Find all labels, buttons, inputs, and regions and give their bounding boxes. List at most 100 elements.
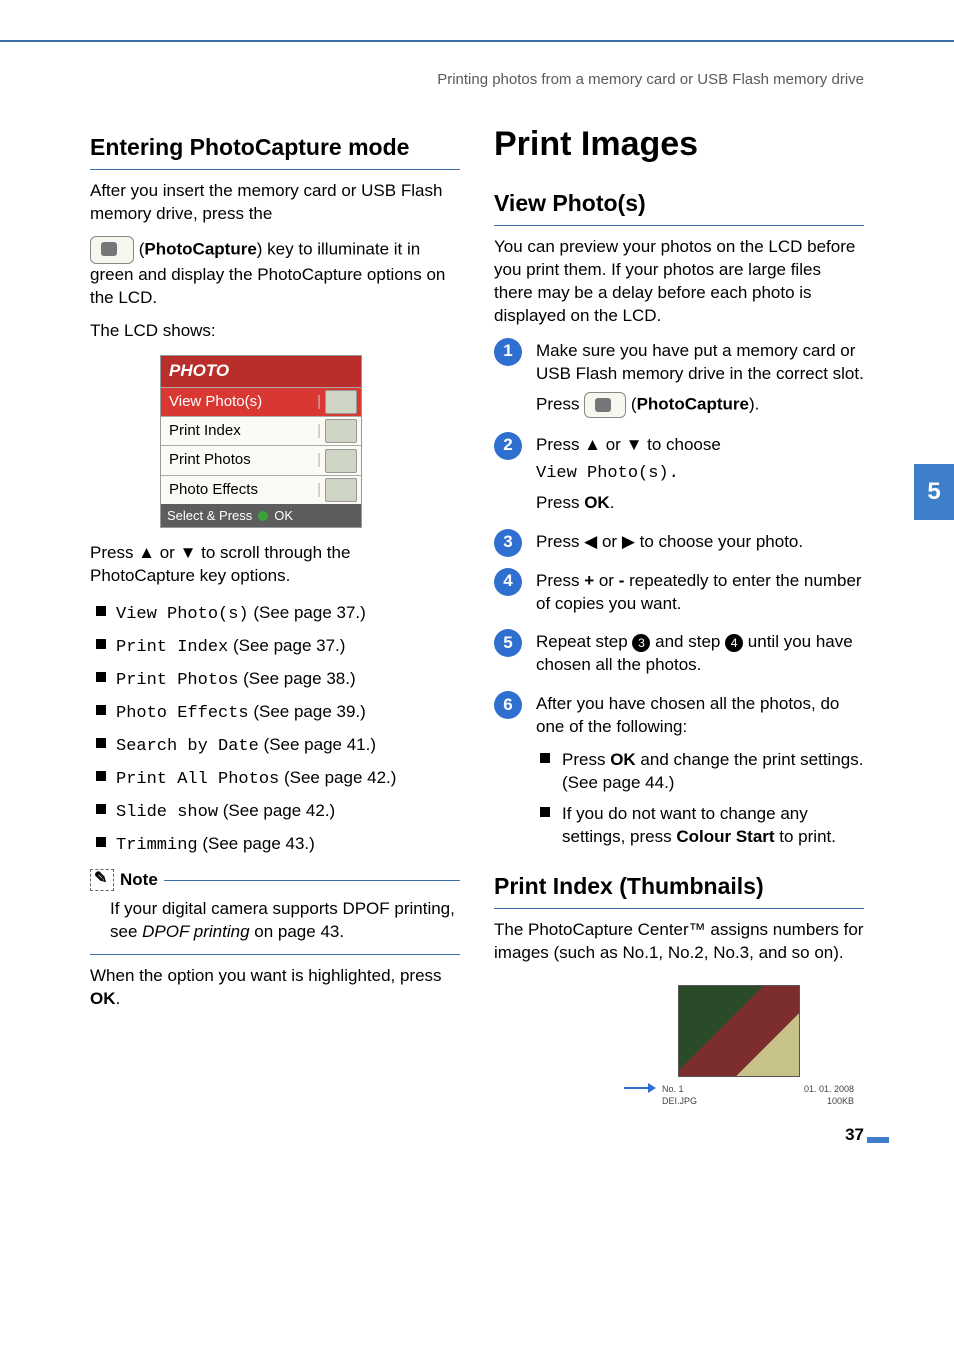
option-ref: (See page 37.) <box>249 603 366 622</box>
lcd-row-label: Print Index <box>161 417 315 445</box>
photocapture-key-icon <box>584 392 626 418</box>
view-photos-intro: You can preview your photos on the LCD b… <box>494 236 864 328</box>
lcd-row-label: Print Photos <box>161 446 315 474</box>
step-2-line-1: Press ▲ or ▼ to choose <box>536 434 864 457</box>
options-list: View Photo(s) (See page 37.) Print Index… <box>90 598 460 862</box>
option-code: Print All Photos <box>116 770 279 789</box>
step-number-badge: 3 <box>494 529 522 557</box>
thumbnail-meta: No. 1 DEI.JPG 01. 01. 2008 100KB <box>624 1083 854 1107</box>
note-body-post: on page 43. <box>250 922 345 941</box>
step-1-line-1: Make sure you have put a memory card or … <box>536 340 864 386</box>
photocapture-key-sentence: (PhotoCapture) key to illuminate it in g… <box>90 236 460 310</box>
note-block: Note If your digital camera supports DPO… <box>90 880 460 955</box>
ok-label: OK <box>610 750 636 769</box>
option-code: Photo Effects <box>116 704 249 723</box>
option-ref: (See page 41.) <box>259 735 376 754</box>
lcd-footer-dot-icon <box>258 511 268 521</box>
page-number-bar <box>867 1137 889 1143</box>
lcd-row-sep: | <box>315 480 323 500</box>
thumbnail-size: 100KB <box>804 1095 854 1107</box>
step-2-post: . <box>610 493 615 512</box>
note-heading: Note <box>90 869 164 892</box>
intro-paragraph-1: After you insert the memory card or USB … <box>90 180 460 226</box>
lcd-footer-label: Select & Press <box>167 507 252 525</box>
heading-view-photos: View Photo(s) <box>494 188 864 226</box>
step-6-sublist: Press OK and change the print settings. … <box>536 745 864 853</box>
step-1-line-2: Press (PhotoCapture). <box>536 392 864 418</box>
step-3-line: Press ◀ or ▶ to choose your photo. <box>536 531 864 554</box>
lcd-title: PHOTO <box>161 356 361 387</box>
colour-start-label: Colour Start <box>676 827 774 846</box>
step-4: 4 Press + or - repeatedly to enter the n… <box>494 568 864 622</box>
right-column: Print Images View Photo(s) You can previ… <box>494 114 864 1107</box>
option-ref: (See page 42.) <box>279 768 396 787</box>
thumbnail-meta-left: No. 1 DEI.JPG <box>662 1083 796 1107</box>
lcd-row-thumb-icon <box>325 478 357 502</box>
option-code: View Photo(s) <box>116 605 249 624</box>
option-ref: (See page 38.) <box>238 669 355 688</box>
option-code: Print Photos <box>116 671 238 690</box>
step-body: Press + or - repeatedly to enter the num… <box>536 568 864 622</box>
step-body: Press ▲ or ▼ to choose View Photo(s). Pr… <box>536 432 864 521</box>
lcd-row-print-photos: Print Photos | <box>161 445 361 474</box>
step-number-badge: 1 <box>494 338 522 366</box>
plus-key: + <box>584 571 594 590</box>
step-number-badge: 5 <box>494 629 522 657</box>
option-code: Print Index <box>116 638 228 657</box>
photocapture-key-icon <box>90 236 134 264</box>
thumbnail-image <box>678 985 800 1077</box>
option-view-photos: View Photo(s) (See page 37.) <box>96 598 460 631</box>
option-ref: (See page 37.) <box>228 636 345 655</box>
sub-post: to print. <box>775 827 836 846</box>
photocapture-key-label: PhotoCapture <box>637 394 749 413</box>
step-ref-3-icon: 3 <box>632 634 650 652</box>
option-print-index: Print Index (See page 37.) <box>96 631 460 664</box>
photocapture-key-label: PhotoCapture <box>144 240 256 259</box>
step-body: Repeat step 3 and step 4 until you have … <box>536 629 864 683</box>
step-1-press: Press <box>536 394 584 413</box>
step-5-pre: Repeat step <box>536 632 632 651</box>
step-2-press-ok: Press OK. <box>536 492 864 515</box>
option-ref: (See page 42.) <box>218 801 335 820</box>
note-body: If your digital camera supports DPOF pri… <box>90 898 460 944</box>
option-search-by-date: Search by Date (See page 41.) <box>96 730 460 763</box>
sub-pre: Press <box>562 750 610 769</box>
option-code: Trimming <box>116 836 198 855</box>
lcd-row-label: View Photo(s) <box>161 388 315 416</box>
step-body: Press ◀ or ▶ to choose your photo. <box>536 529 864 560</box>
lcd-row-sep: | <box>315 450 323 470</box>
option-code: Slide show <box>116 803 218 822</box>
option-trimming: Trimming (See page 43.) <box>96 829 460 862</box>
step-2: 2 Press ▲ or ▼ to choose View Photo(s). … <box>494 432 864 521</box>
option-slide-show: Slide show (See page 42.) <box>96 796 460 829</box>
lcd-row-sep: | <box>315 421 323 441</box>
step-5-line: Repeat step 3 and step 4 until you have … <box>536 631 864 677</box>
lcd-footer-ok: OK <box>274 507 293 525</box>
thumbnail-meta-right: 01. 01. 2008 100KB <box>804 1083 854 1107</box>
option-ref: (See page 43.) <box>198 834 315 853</box>
step-2-press: Press <box>536 493 584 512</box>
lcd-row-label: Photo Effects <box>161 476 315 504</box>
heading-entering-photocapture: Entering PhotoCapture mode <box>90 132 460 170</box>
step-number-badge: 4 <box>494 568 522 596</box>
press-ok-pre: When the option you want is highlighted,… <box>90 966 442 985</box>
step-1-post: ). <box>749 394 759 413</box>
step-body: Make sure you have put a memory card or … <box>536 338 864 424</box>
view-photos-steps: 1 Make sure you have put a memory card o… <box>494 338 864 853</box>
step-number-badge: 6 <box>494 691 522 719</box>
note-body-em: DPOF printing <box>142 922 249 941</box>
lcd-row-thumb-icon <box>325 390 357 414</box>
step-6-intro: After you have chosen all the photos, do… <box>536 693 864 739</box>
print-index-intro: The PhotoCapture Center™ assigns numbers… <box>494 919 864 965</box>
left-column: Entering PhotoCapture mode After you ins… <box>90 114 460 1107</box>
lcd-row-photo-effects: Photo Effects | <box>161 475 361 504</box>
thumbnail-figure: No. 1 DEI.JPG 01. 01. 2008 100KB <box>624 985 854 1107</box>
lcd-row-print-index: Print Index | <box>161 416 361 445</box>
step-number-badge: 2 <box>494 432 522 460</box>
thumbnail-date: 01. 01. 2008 <box>804 1083 854 1095</box>
note-heading-label: Note <box>120 869 158 892</box>
step-5-mid: and step <box>650 632 725 651</box>
lcd-mockup: PHOTO View Photo(s) | Print Index | Prin… <box>160 355 362 528</box>
option-ref: (See page 39.) <box>249 702 366 721</box>
scroll-instruction: Press ▲ or ▼ to scroll through the Photo… <box>90 542 460 588</box>
